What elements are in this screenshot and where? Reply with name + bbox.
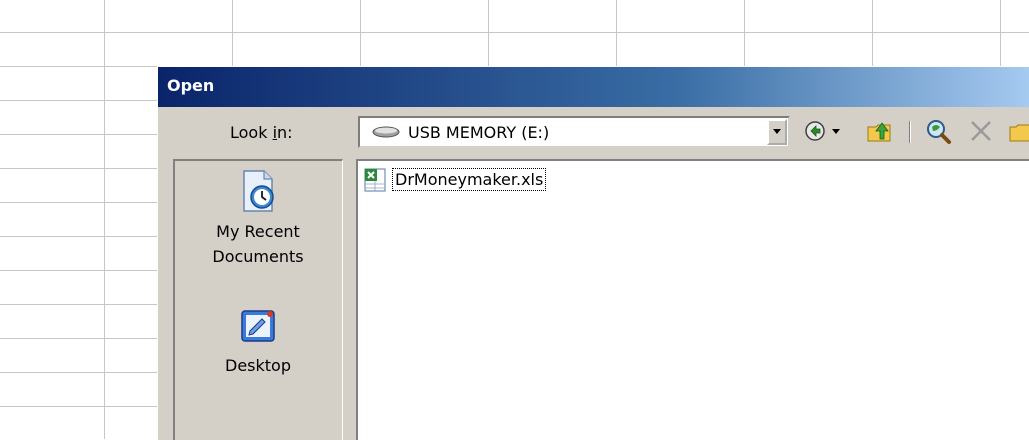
- toolbar-separator: [909, 121, 911, 143]
- create-new-folder-icon: [1009, 124, 1029, 142]
- delete-icon: [971, 121, 991, 141]
- usb-drive-icon: [372, 126, 400, 138]
- title-bar[interactable]: Open: [158, 67, 1029, 107]
- back-arrow-icon: [805, 121, 840, 141]
- places-bar: My Recent Documents Desktop: [173, 159, 343, 440]
- up-one-level-button[interactable]: [866, 117, 894, 145]
- back-button[interactable]: [802, 117, 850, 145]
- search-web-button[interactable]: [924, 117, 954, 145]
- desktop-icon: [241, 310, 275, 342]
- places-item-desktop[interactable]: Desktop: [175, 305, 341, 378]
- places-item-my-recent-documents[interactable]: My Recent Documents: [175, 167, 341, 269]
- chevron-down-icon: [773, 129, 781, 134]
- search-the-web-icon: [927, 120, 951, 144]
- dialog-title: Open: [167, 76, 215, 95]
- open-dialog: Open Look in: USB MEMORY (E:) My Recent …: [157, 66, 1029, 440]
- up-one-level-icon: [867, 122, 891, 142]
- delete-button[interactable]: [968, 117, 994, 145]
- look-in-dropdown[interactable]: USB MEMORY (E:): [358, 116, 790, 148]
- look-in-value: USB MEMORY (E:): [408, 123, 550, 142]
- dropdown-arrow-button[interactable]: [767, 119, 787, 145]
- recent-documents-icon: [243, 170, 274, 212]
- file-list[interactable]: DrMoneymaker.xls: [356, 159, 1029, 440]
- look-in-label: Look in:: [230, 123, 293, 142]
- file-name: DrMoneymaker.xls: [392, 168, 547, 191]
- excel-file-icon: [364, 168, 386, 192]
- create-new-folder-button[interactable]: [1008, 117, 1029, 145]
